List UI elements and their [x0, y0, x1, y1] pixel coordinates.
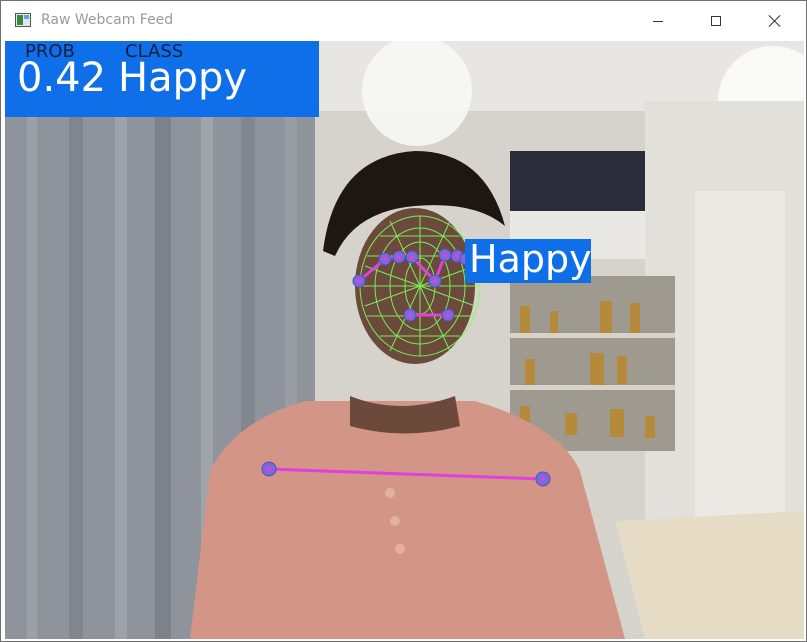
opencv-window-icon — [15, 13, 31, 27]
face-class-label: Happy — [469, 237, 592, 281]
probability-panel: PROB CLASS 0.42 Happy — [5, 41, 319, 117]
close-icon — [768, 14, 782, 28]
ceiling-light — [362, 41, 472, 146]
minimize-button[interactable] — [629, 1, 687, 41]
maximize-button[interactable] — [687, 1, 745, 41]
shelf-line-2 — [510, 385, 675, 390]
close-button[interactable] — [746, 1, 804, 41]
cabinet-door — [695, 191, 785, 521]
prob-value: 0.42 — [17, 55, 107, 101]
minimize-icon — [653, 20, 663, 22]
webcam-scene — [5, 41, 804, 639]
shelf-line — [510, 333, 675, 338]
face-class-tag: Happy — [465, 237, 592, 283]
window-title: Raw Webcam Feed — [41, 12, 174, 28]
class-value: Happy — [118, 55, 248, 101]
dark-panel — [510, 151, 645, 211]
maximize-icon — [711, 16, 721, 26]
title-bar[interactable]: Raw Webcam Feed — [1, 1, 806, 41]
table — [615, 511, 804, 639]
webcam-window: Raw Webcam Feed PROB CLASS 0.42 Happy Ha… — [0, 0, 807, 642]
webcam-feed: PROB CLASS 0.42 Happy Happy — [5, 41, 804, 639]
